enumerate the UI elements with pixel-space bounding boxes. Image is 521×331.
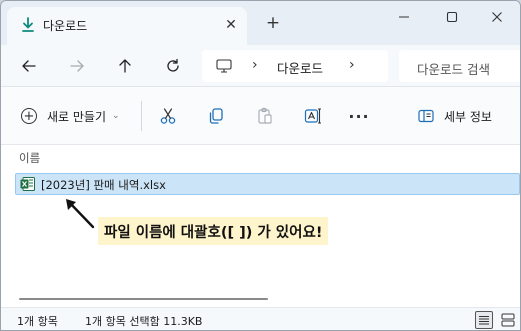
breadcrumb-downloads[interactable]: 다운로드 <box>277 58 323 77</box>
annotation-arrow-icon <box>66 199 95 229</box>
maximize-icon <box>446 11 458 23</box>
breadcrumb-chevron-icon[interactable]: › <box>349 57 355 73</box>
download-icon <box>22 17 34 32</box>
details-button-label: 세부 정보 <box>444 109 492 124</box>
minimize-icon <box>399 16 409 18</box>
cut-button[interactable] <box>158 106 178 126</box>
forward-button[interactable] <box>65 54 89 78</box>
maximize-button[interactable] <box>432 5 472 29</box>
computer-icon <box>216 59 232 73</box>
tab-title: 다운로드 <box>43 19 88 33</box>
address-bar[interactable]: › 다운로드 › <box>202 50 388 82</box>
close-tab-icon[interactable]: ✕ <box>222 16 240 34</box>
search-box[interactable]: 다운로드 검색 <box>399 50 520 82</box>
rename-icon <box>304 108 321 124</box>
horizontal-scrollbar[interactable] <box>19 298 268 300</box>
forward-arrow-icon <box>70 60 84 72</box>
more-options-icon[interactable]: ··· <box>348 106 369 126</box>
tiles-view-icon <box>501 313 515 327</box>
details-pane-icon <box>418 109 434 123</box>
details-view-icon <box>479 316 489 325</box>
toolbar-divider <box>141 101 142 131</box>
new-tab-button[interactable]: + <box>263 13 283 33</box>
annotation-text: 파일 이름에 대괄호([ ]) 가 있어요! <box>104 224 323 241</box>
new-button-label: 새로 만들기 <box>47 109 107 124</box>
details-pane-button[interactable]: 세부 정보 <box>418 106 492 126</box>
command-bar: + 새로 만들기 ⌄ ··· 세부 정보 <box>1 87 520 145</box>
column-header-name[interactable]: 이름 <box>19 150 40 166</box>
search-placeholder: 다운로드 검색 <box>417 62 490 77</box>
back-arrow-icon <box>22 60 36 72</box>
refresh-button[interactable] <box>161 54 185 78</box>
tab-downloads[interactable]: 다운로드 ✕ <box>7 7 247 45</box>
status-bar: 1개 항목 1개 항목 선택함 11.3KB <box>1 307 520 330</box>
breadcrumb-chevron-icon[interactable]: › <box>252 57 258 73</box>
annotation-callout: 파일 이름에 대괄호([ ]) 가 있어요! <box>98 217 329 245</box>
refresh-icon <box>167 58 179 72</box>
navigation-bar: › 다운로드 › 다운로드 검색 <box>1 45 520 87</box>
rename-button[interactable] <box>303 106 323 126</box>
excel-file-icon <box>20 177 35 191</box>
selection-info: 1개 항목 선택함 11.3KB <box>85 315 203 328</box>
paste-button[interactable] <box>255 106 275 126</box>
close-window-button[interactable] <box>477 5 517 29</box>
file-list-pane: 이름 [2023년] 판매 내역.xlsx 파일 이름에 대괄호([ ]) 가 … <box>1 145 520 300</box>
up-button[interactable] <box>113 54 137 78</box>
file-explorer-window: 다운로드 ✕ + › 다운로드 › 다운로드 검색 + 새로 만들기 ⌄ ···… <box>0 0 521 331</box>
scissors-icon <box>160 108 176 124</box>
item-count: 1개 항목 <box>17 315 58 328</box>
tiles-view-button[interactable] <box>499 311 517 329</box>
plus-circle-icon: + <box>21 108 37 124</box>
copy-button[interactable] <box>206 106 226 126</box>
copy-icon <box>209 108 223 124</box>
details-view-button[interactable] <box>475 311 493 329</box>
new-button[interactable]: + 새로 만들기 ⌄ <box>21 106 120 126</box>
paste-icon <box>258 107 272 124</box>
minimize-button[interactable] <box>384 5 424 29</box>
up-arrow-icon <box>119 59 131 73</box>
title-bar: 다운로드 ✕ + <box>1 1 520 45</box>
back-button[interactable] <box>17 54 41 78</box>
close-icon <box>492 12 502 22</box>
chevron-down-icon: ⌄ <box>112 111 120 121</box>
